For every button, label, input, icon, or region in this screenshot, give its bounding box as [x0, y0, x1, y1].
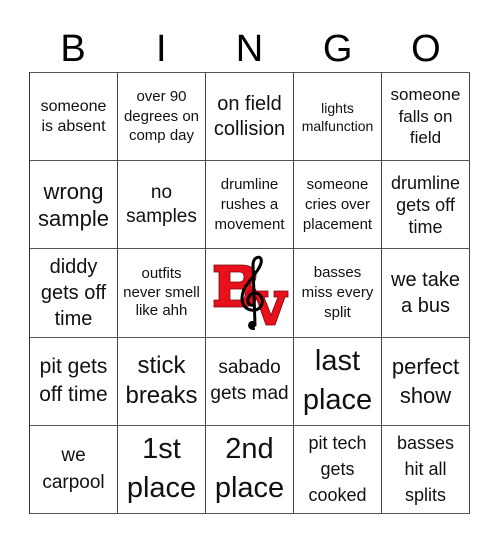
- cell-text: 2nd place: [214, 433, 285, 505]
- bingo-cell[interactable]: no samples: [118, 161, 206, 250]
- bingo-cell[interactable]: someone is absent: [30, 73, 118, 162]
- cell-text: pit tech gets cooked: [308, 433, 367, 506]
- cell-text: last place: [302, 345, 373, 417]
- bingo-cell[interactable]: 2nd place: [206, 425, 294, 514]
- cell-text: basses miss every split: [301, 263, 374, 321]
- cell-text: outfits never smell like ahh: [123, 265, 200, 320]
- clef-dot: [248, 322, 255, 330]
- bingo-cell[interactable]: we carpool: [30, 425, 118, 514]
- bingo-cell[interactable]: sabado gets mad: [206, 337, 294, 426]
- bingo-cell[interactable]: pit gets off time: [30, 337, 118, 426]
- bingo-cell[interactable]: we take a bus: [382, 249, 470, 338]
- cell-text: pit gets off time: [39, 355, 108, 407]
- bingo-cell[interactable]: perfect show: [382, 337, 470, 426]
- cell-text: someone is absent: [40, 98, 107, 135]
- cell-text: no samples: [126, 181, 197, 227]
- bingo-cell[interactable]: diddy gets off time: [30, 249, 118, 338]
- header-letter-n: N: [235, 28, 264, 70]
- bingo-cell[interactable]: outfits never smell like ahh: [118, 249, 206, 338]
- bingo-cell[interactable]: someone cries over placement: [294, 161, 382, 250]
- cell-text: 1st place: [126, 433, 197, 505]
- cell-text: diddy gets off time: [40, 255, 107, 330]
- bingo-cell[interactable]: 1st place: [118, 425, 206, 514]
- cell-text: lights malfunction: [301, 99, 374, 134]
- cell-text: sabado gets mad: [210, 357, 289, 405]
- cell-text: we take a bus: [391, 268, 460, 317]
- free-space-cell[interactable]: [206, 249, 294, 338]
- cell-text: basses hit all splits: [396, 433, 455, 506]
- cell-text: over 90 degrees on comp day: [123, 88, 200, 145]
- bingo-cell[interactable]: last place: [294, 337, 382, 426]
- bingo-cell[interactable]: pit tech gets cooked: [294, 425, 382, 514]
- cell-text: stick breaks: [125, 352, 198, 410]
- bingo-cell[interactable]: on field collision: [206, 73, 294, 162]
- bingo-cell[interactable]: basses hit all splits: [382, 425, 470, 514]
- bingo-grid: someone is absent over 90 degrees on com…: [29, 72, 470, 514]
- cell-text: someone falls on field: [390, 85, 461, 148]
- cell-text: wrong sample: [38, 178, 109, 231]
- cell-text: someone cries over placement: [302, 175, 373, 233]
- header-letter-i: I: [156, 28, 167, 70]
- bingo-cell[interactable]: over 90 degrees on comp day: [118, 73, 206, 162]
- header-letter-b: B: [60, 28, 86, 70]
- bingo-cell[interactable]: someone falls on field: [382, 73, 470, 162]
- bingo-cell[interactable]: lights malfunction: [294, 73, 382, 162]
- bingo-cell[interactable]: wrong sample: [30, 161, 118, 250]
- header-letter-g: G: [322, 28, 353, 70]
- logo-letter-b: [213, 264, 257, 308]
- cell-text: we carpool: [42, 445, 105, 494]
- header-letter-o: O: [411, 28, 441, 70]
- bingo-cell[interactable]: stick breaks: [118, 337, 206, 426]
- bingo-cell[interactable]: basses miss every split: [294, 249, 382, 338]
- bingo-cell[interactable]: drumline gets off time: [382, 161, 470, 250]
- cell-text: drumline rushes a movement: [214, 175, 285, 233]
- bv-treble-clef-logo-icon: [213, 255, 288, 331]
- bingo-cell[interactable]: drumline rushes a movement: [206, 161, 294, 250]
- cell-text: on field collision: [213, 92, 286, 140]
- cell-text: drumline gets off time: [390, 172, 461, 237]
- bingo-header: B I N G O: [29, 26, 470, 72]
- cell-text: perfect show: [391, 354, 460, 409]
